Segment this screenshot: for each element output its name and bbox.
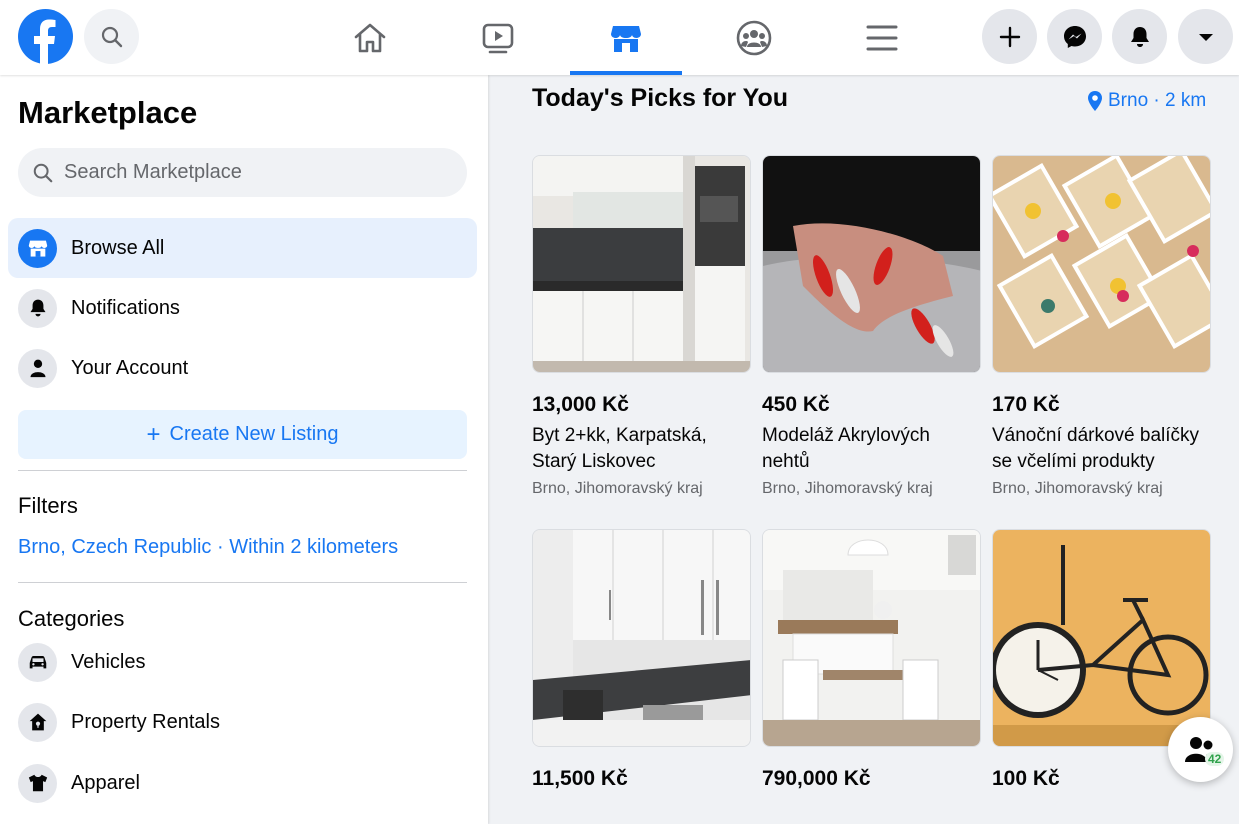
house-key-icon: [18, 702, 57, 742]
search-icon: [33, 163, 53, 182]
listing-image-gift-boxes[interactable]: [992, 155, 1211, 373]
account-menu-button[interactable]: [1178, 9, 1233, 64]
search-placeholder: Search Marketplace: [64, 161, 242, 183]
tab-marketplace[interactable]: [570, 0, 682, 75]
listing-card[interactable]: 790,000 Kč: [762, 529, 982, 791]
facebook-f-icon: [34, 19, 56, 64]
listing-card[interactable]: 450 Kč Modeláž Akrylových nehtů Brno, Ji…: [762, 155, 982, 498]
listing-card[interactable]: 170 Kč Vánoční dárkové balíčky se včelím…: [992, 155, 1212, 498]
tab-groups[interactable]: [698, 0, 810, 75]
listing-location: Brno, Jihomoravský kraj: [992, 480, 1163, 497]
location-filter-link[interactable]: Brno, Czech Republic · Within 2 kilomete…: [18, 536, 398, 559]
listing-image-dining-room[interactable]: [762, 529, 981, 747]
groups-icon: [736, 20, 772, 55]
create-button[interactable]: [982, 9, 1037, 64]
store-icon: [18, 228, 57, 268]
categories-heading: Categories: [18, 606, 125, 631]
category-label: Property Rentals: [71, 710, 220, 733]
section-title: Today's Picks for You: [532, 84, 789, 112]
video-play-icon: [482, 23, 514, 53]
caret-down-icon: [1198, 33, 1213, 41]
hamburger-menu-icon: [866, 25, 898, 50]
divider: [18, 582, 467, 583]
sidebar-item-label: Notifications: [71, 296, 180, 319]
home-icon: [354, 23, 386, 52]
listing-price: 450 Kč: [762, 393, 830, 416]
messenger-button[interactable]: [1047, 9, 1102, 64]
listing-price: 170 Kč: [992, 393, 1060, 416]
listing-location: Brno, Jihomoravský kraj: [532, 480, 703, 497]
location-radius-link[interactable]: Brno · 2 km: [1087, 90, 1206, 112]
category-apparel[interactable]: Apparel: [18, 763, 140, 803]
create-listing-label: Create New Listing: [169, 423, 339, 445]
person-icon: [18, 348, 57, 388]
location-pin-icon: [1088, 91, 1102, 111]
search-icon: [101, 26, 122, 47]
sidebar-item-your-account[interactable]: Your Account: [8, 338, 477, 398]
marketplace-store-icon: [611, 25, 641, 52]
category-property-rentals[interactable]: Property Rentals: [18, 702, 220, 742]
sidebar-item-label: Browse All: [71, 236, 165, 259]
plus-icon: [999, 26, 1020, 47]
listing-title: Modeláž Akrylových nehtů: [762, 425, 930, 472]
category-label: Apparel: [71, 771, 140, 794]
messenger-icon: [1063, 25, 1086, 48]
divider: [18, 470, 467, 471]
sidebar-item-notifications[interactable]: Notifications: [8, 278, 477, 338]
search-button[interactable]: [84, 9, 139, 64]
bell-icon: [18, 288, 57, 328]
notifications-button[interactable]: [1112, 9, 1167, 64]
search-marketplace-input[interactable]: Search Marketplace: [18, 148, 467, 197]
listing-title: Vánoční dárkové balíčky se včelími produ…: [992, 425, 1200, 472]
tab-menu[interactable]: [826, 0, 938, 75]
facebook-logo[interactable]: [18, 9, 73, 64]
marketplace-sidebar: Marketplace Search Marketplace Browse Al…: [0, 75, 488, 824]
category-label: Vehicles: [71, 650, 146, 673]
top-navigation-bar: [0, 0, 1239, 75]
sidebar-item-label: Your Account: [71, 356, 189, 379]
listing-location: Brno, Jihomoravský kraj: [762, 480, 933, 497]
tab-watch[interactable]: [442, 0, 554, 75]
sidebar-title: Marketplace: [18, 95, 198, 130]
category-vehicles[interactable]: Vehicles: [18, 642, 146, 682]
location-label: Brno · 2 km: [1108, 90, 1207, 111]
listing-price: 13,000 Kč: [532, 393, 629, 416]
listing-image-nails[interactable]: [762, 155, 981, 373]
tab-home[interactable]: [314, 0, 426, 75]
online-count-badge: 42: [1205, 752, 1225, 766]
listing-card[interactable]: 11,500 Kč: [532, 529, 752, 791]
listing-image-kitchen-white[interactable]: [532, 529, 751, 747]
filters-heading: Filters: [18, 493, 78, 518]
car-icon: [18, 642, 57, 682]
create-new-listing-button[interactable]: + Create New Listing: [18, 410, 467, 459]
listing-card[interactable]: 13,000 Kč Byt 2+kk, Karpatská, Starý Lis…: [532, 155, 752, 498]
bell-icon: [1130, 26, 1149, 47]
listing-image-bicycle-clock[interactable]: [992, 529, 1211, 747]
listing-title: Byt 2+kk, Karpatská, Starý Liskovec: [532, 425, 707, 472]
listing-image-kitchen[interactable]: [532, 155, 751, 373]
contacts-floating-button[interactable]: 42: [1168, 717, 1233, 782]
plus-icon: +: [146, 420, 161, 448]
listing-price: 790,000 Kč: [762, 767, 871, 790]
tshirt-icon: [18, 763, 57, 803]
listing-price: 11,500 Kč: [532, 767, 628, 790]
sidebar-item-browse-all[interactable]: Browse All: [8, 218, 477, 278]
